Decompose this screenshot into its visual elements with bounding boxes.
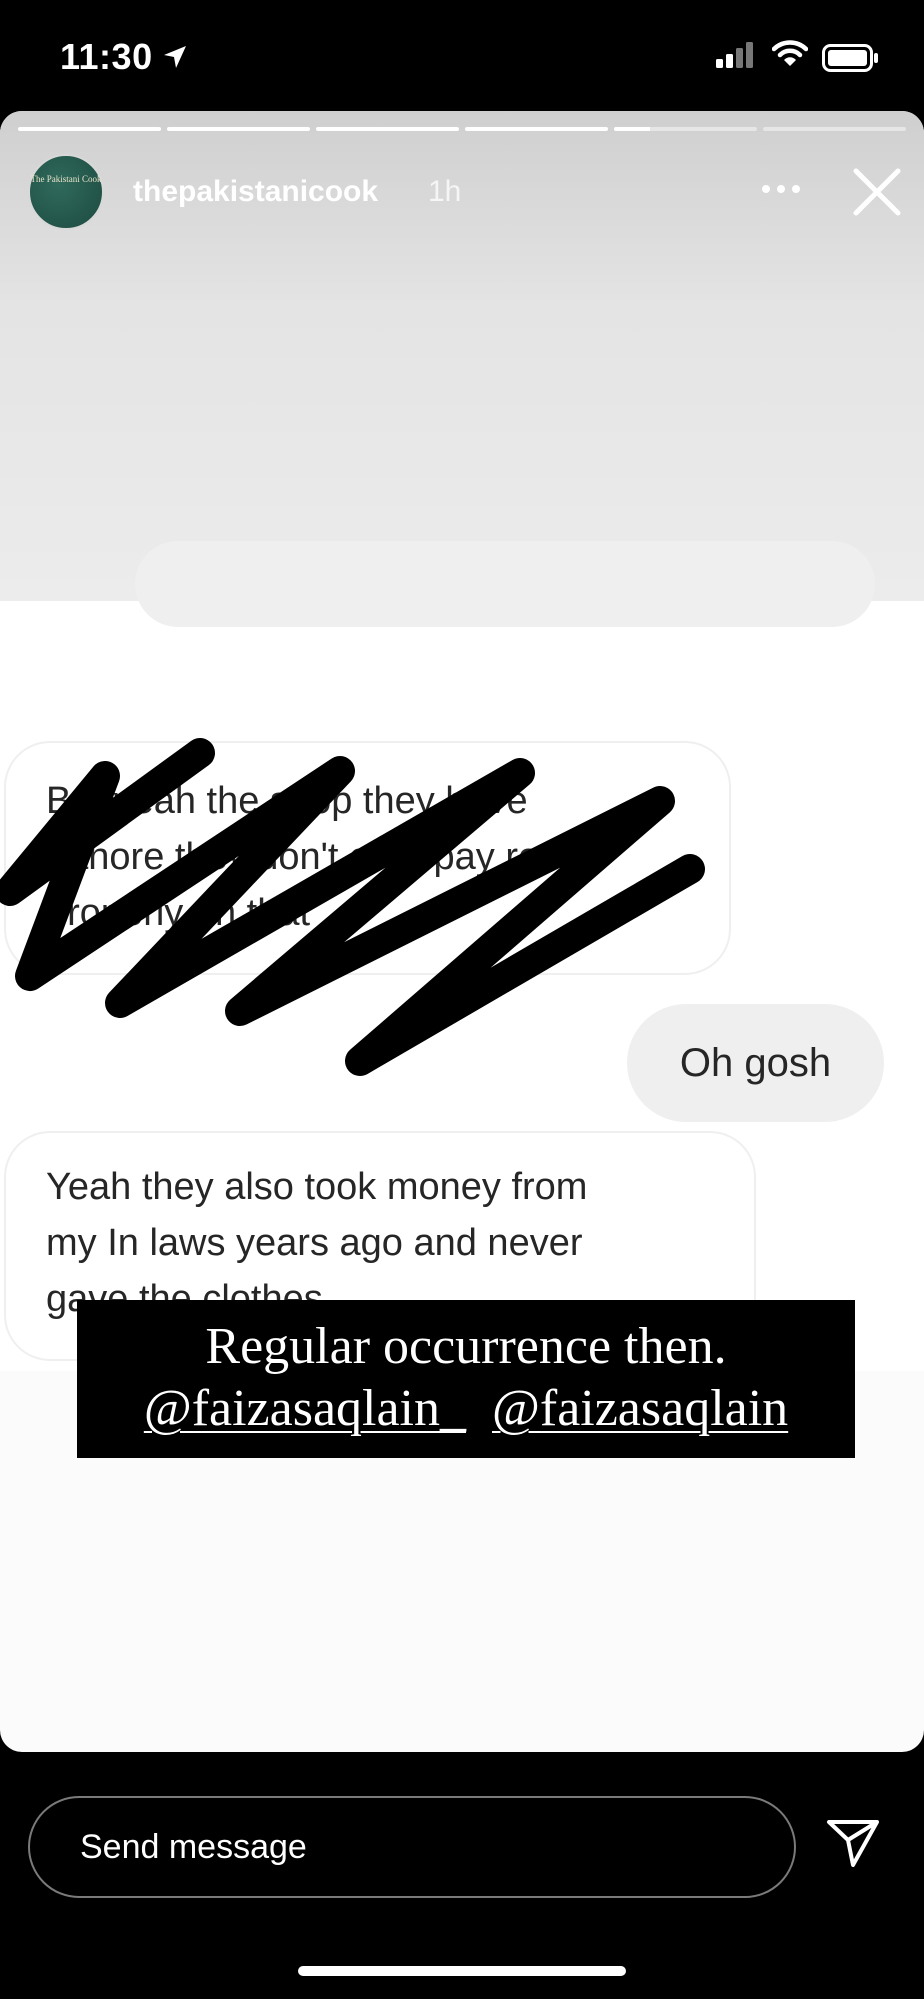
progress-segment-fill: [316, 127, 459, 131]
avatar-text: The Pakistani Cook: [30, 174, 102, 184]
signal-icon: [716, 42, 753, 68]
caption-mentions: @faizasaqlain_ @faizasaqlain: [77, 1378, 855, 1440]
mention-link[interactable]: @faizasaqlain_: [144, 1380, 466, 1437]
close-icon[interactable]: [852, 167, 902, 217]
progress-segment: [316, 127, 459, 131]
story-username[interactable]: thepakistanicook: [133, 175, 378, 209]
progress-segment: [614, 127, 757, 131]
caption-text: Regular occurrence then.: [205, 1318, 727, 1375]
message-text: Yeah they also took money from: [46, 1166, 588, 1208]
location-arrow-icon: [164, 46, 186, 68]
progress-segment: [167, 127, 310, 131]
home-indicator[interactable]: [298, 1966, 626, 1976]
more-icon[interactable]: [760, 183, 802, 195]
story-progress-bar: [18, 127, 906, 131]
send-icon[interactable]: [826, 1818, 880, 1868]
wifi-icon: [772, 40, 808, 66]
redaction-scribble: [0, 738, 705, 1076]
status-bar: 11:30: [0, 0, 924, 110]
progress-segment: [465, 127, 608, 131]
progress-segment-fill: [614, 127, 650, 131]
send-message-placeholder: Send message: [80, 1828, 307, 1866]
battery-icon: [822, 44, 878, 72]
progress-segment-fill: [18, 127, 161, 131]
progress-segment: [763, 127, 906, 131]
story-caption: Regular occurrence then. @faizasaqlain_ …: [77, 1300, 855, 1458]
progress-segment: [18, 127, 161, 131]
progress-segment-fill: [167, 127, 310, 131]
status-time: 11:30: [60, 36, 153, 77]
message-text: my In laws years ago and never: [46, 1222, 583, 1264]
story-time-ago: 1h: [428, 175, 462, 208]
progress-segment-fill: [465, 127, 608, 131]
story-card[interactable]: The Pakistani Cook thepakistanicook 1h B…: [0, 111, 924, 1752]
send-message-input[interactable]: Send message: [28, 1796, 796, 1898]
avatar[interactable]: The Pakistani Cook: [28, 154, 104, 230]
message-bubble-partial: [135, 541, 875, 627]
mention-link[interactable]: @faizasaqlain: [492, 1380, 788, 1437]
